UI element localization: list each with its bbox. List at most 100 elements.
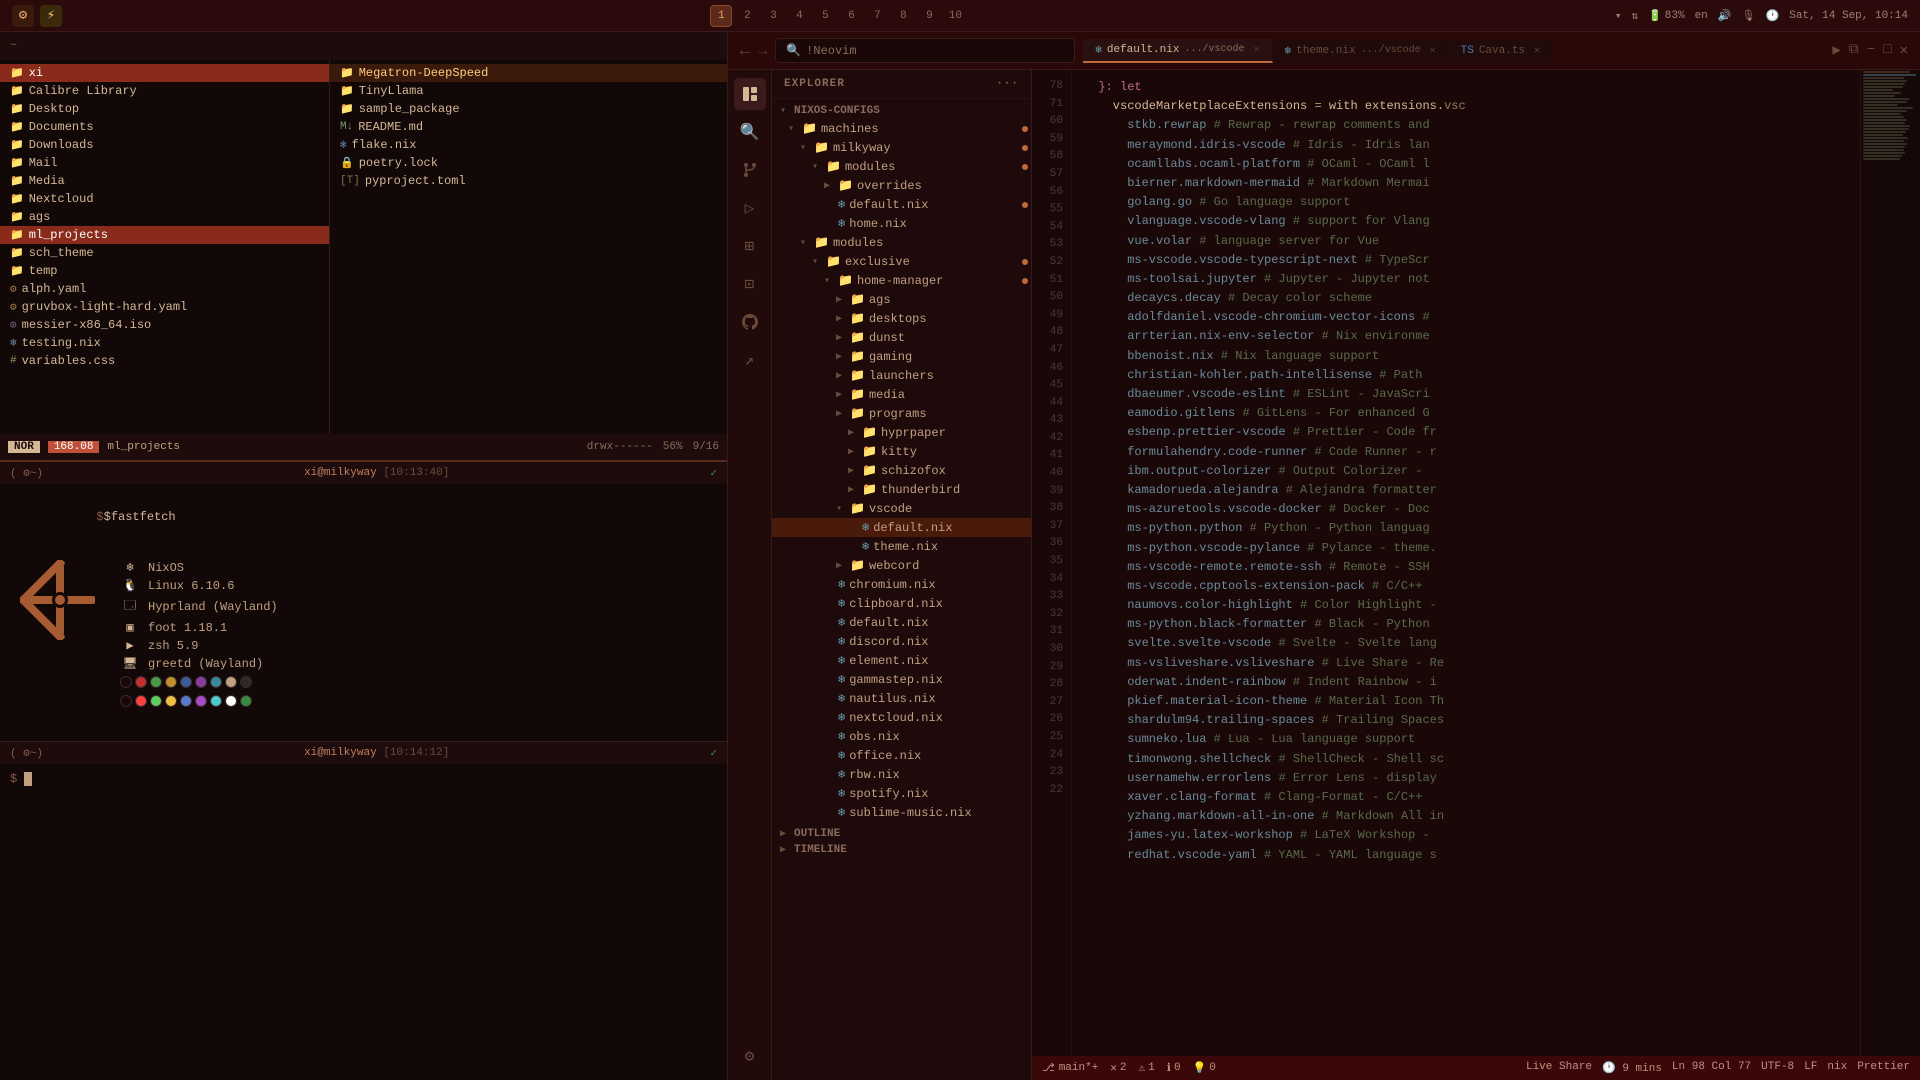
- tree-vscode[interactable]: ▾ 📁 vscode: [772, 499, 1031, 518]
- run-icon[interactable]: ▶: [1832, 42, 1840, 59]
- tree-modules-1[interactable]: ▾ 📁 modules: [772, 157, 1031, 176]
- remote-icon[interactable]: ⊡: [734, 268, 766, 300]
- tree-default-nix-mw[interactable]: ▶ ❄ default.nix: [772, 195, 1031, 214]
- tree-desktops[interactable]: ▶ 📁 desktops: [772, 309, 1031, 328]
- fm-item-media[interactable]: 📁 Media: [0, 172, 329, 190]
- tree-spotify-nix[interactable]: ▶ ❄ spotify.nix: [772, 784, 1031, 803]
- fm-item-megatron[interactable]: 📁 Megatron-DeepSpeed: [330, 64, 727, 82]
- sidebar-timeline[interactable]: ▶ TIMELINE: [772, 842, 1031, 858]
- source-control-icon[interactable]: [734, 154, 766, 186]
- status-warnings[interactable]: ⚠ 1: [1139, 1061, 1155, 1075]
- tree-webcord[interactable]: ▶ 📁 webcord: [772, 556, 1031, 575]
- fm-item-nextcloud[interactable]: 📁 Nextcloud: [0, 190, 329, 208]
- workspace-4[interactable]: 4: [788, 5, 810, 27]
- fm-item-testing-nix[interactable]: ❄ testing.nix: [0, 334, 329, 352]
- tree-default-nix-excl[interactable]: ▶ ❄ default.nix: [772, 613, 1031, 632]
- fm-item-documents[interactable]: 📁 Documents: [0, 118, 329, 136]
- fm-item-calibre[interactable]: 📁 Calibre Library: [0, 82, 329, 100]
- code-area[interactable]: }: let vscodeMarketplaceExtensions = wit…: [1072, 70, 1860, 1056]
- tree-gammastep-nix[interactable]: ▶ ❄ gammastep.nix: [772, 670, 1031, 689]
- bolt-icon[interactable]: ⚡: [40, 5, 62, 27]
- close-button[interactable]: ✕: [1900, 42, 1908, 59]
- tree-obs-nix[interactable]: ▶ ❄ obs.nix: [772, 727, 1031, 746]
- fm-item-ags[interactable]: 📁 ags: [0, 208, 329, 226]
- search-icon[interactable]: 🔍: [734, 116, 766, 148]
- tab-cava-ts[interactable]: TS Cava.ts ✕: [1449, 39, 1553, 63]
- workspace-5[interactable]: 5: [814, 5, 836, 27]
- fm-item-pyproject-toml[interactable]: [T] pyproject.toml: [330, 172, 727, 190]
- tree-kitty[interactable]: ▶ 📁 kitty: [772, 442, 1031, 461]
- live-share-status[interactable]: Live Share: [1526, 1061, 1592, 1075]
- tab-close-icon[interactable]: ✕: [1253, 44, 1259, 56]
- fm-item-sample-package[interactable]: 📁 sample_package: [330, 100, 727, 118]
- minimize-button[interactable]: −: [1867, 42, 1875, 59]
- language-status[interactable]: nix: [1827, 1061, 1847, 1075]
- fm-item-desktop[interactable]: 📁 Desktop: [0, 100, 329, 118]
- tree-discord-nix[interactable]: ▶ ❄ discord.nix: [772, 632, 1031, 651]
- tree-element-nix[interactable]: ▶ ❄ element.nix: [772, 651, 1031, 670]
- github-icon[interactable]: [734, 306, 766, 338]
- tree-exclusive[interactable]: ▾ 📁 exclusive: [772, 252, 1031, 271]
- tree-clipboard-nix[interactable]: ▶ ❄ clipboard.nix: [772, 594, 1031, 613]
- workspace-2[interactable]: 2: [736, 5, 758, 27]
- tree-chromium-nix[interactable]: ▶ ❄ chromium.nix: [772, 575, 1031, 594]
- eol-status[interactable]: LF: [1804, 1061, 1817, 1075]
- back-button[interactable]: ←: [740, 42, 750, 60]
- tab-default-nix[interactable]: ❄ default.nix .../vscode ✕: [1083, 39, 1272, 63]
- tree-programs[interactable]: ▶ 📁 programs: [772, 404, 1031, 423]
- tree-modules-2[interactable]: ▾ 📁 modules: [772, 233, 1031, 252]
- tree-office-nix[interactable]: ▶ ❄ office.nix: [772, 746, 1031, 765]
- fm-item-sch-theme[interactable]: 📁 sch_theme: [0, 244, 329, 262]
- fm-item-variables-css[interactable]: # variables.css: [0, 352, 329, 370]
- status-branch[interactable]: ⎇ main*+: [1042, 1061, 1098, 1075]
- tree-milkyway[interactable]: ▾ 📁 milkyway: [772, 138, 1031, 157]
- sidebar-outline[interactable]: ▶ OUTLINE: [772, 826, 1031, 842]
- fm-item-flake-nix[interactable]: ❄ flake.nix: [330, 136, 727, 154]
- tree-sublime-music-nix[interactable]: ▶ ❄ sublime-music.nix: [772, 803, 1031, 822]
- workspace-9[interactable]: 9: [918, 5, 940, 27]
- debug-icon[interactable]: ▷: [734, 192, 766, 224]
- maximize-button[interactable]: □: [1883, 42, 1891, 59]
- workspace-8[interactable]: 8: [892, 5, 914, 27]
- encoding-status[interactable]: UTF-8: [1761, 1061, 1794, 1075]
- live-share-icon[interactable]: ↗: [734, 344, 766, 376]
- fm-item-poetry-lock[interactable]: 🔒 poetry.lock: [330, 154, 727, 172]
- status-errors[interactable]: ✕ 2: [1110, 1061, 1126, 1075]
- tree-nextcloud-nix[interactable]: ▶ ❄ nextcloud.nix: [772, 708, 1031, 727]
- tree-default-nix-vsc[interactable]: ▶ ❄ default.nix: [772, 518, 1031, 537]
- tree-hyprpaper[interactable]: ▶ 📁 hyprpaper: [772, 423, 1031, 442]
- tree-schizofox[interactable]: ▶ 📁 schizofox: [772, 461, 1031, 480]
- status-info[interactable]: ℹ 0: [1167, 1061, 1181, 1075]
- extensions-icon[interactable]: ⊞: [734, 230, 766, 262]
- fm-item-readme[interactable]: M↓ README.md: [330, 118, 727, 136]
- tree-home-nix[interactable]: ▶ ❄ home.nix: [772, 214, 1031, 233]
- ln-col-status[interactable]: Ln 98 Col 77: [1672, 1061, 1751, 1075]
- vsc-search-bar[interactable]: 🔍 !Neovim: [775, 38, 1075, 63]
- workspace-10[interactable]: 10: [944, 5, 966, 27]
- fm-item-ml-projects[interactable]: 📁 ml_projects: [0, 226, 329, 244]
- dropdown-icon[interactable]: ▾: [1615, 9, 1622, 23]
- fm-item-downloads[interactable]: 📁 Downloads: [0, 136, 329, 154]
- tree-home-manager[interactable]: ▾ 📁 home-manager: [772, 271, 1031, 290]
- prettier-status[interactable]: Prettier: [1857, 1061, 1910, 1075]
- tree-machines[interactable]: ▾ 📁 machines: [772, 119, 1031, 138]
- fm-item-tinyllama[interactable]: 📁 TinyLlama: [330, 82, 727, 100]
- tree-ags[interactable]: ▶ 📁 ags: [772, 290, 1031, 309]
- tree-launchers[interactable]: ▶ 📁 launchers: [772, 366, 1031, 385]
- fm-item-gruvbox-yaml[interactable]: ⚙ gruvbox-light-hard.yaml: [0, 298, 329, 316]
- tree-rbw-nix[interactable]: ▶ ❄ rbw.nix: [772, 765, 1031, 784]
- tab-theme-nix[interactable]: ❄ theme.nix .../vscode ✕: [1273, 39, 1449, 63]
- tree-theme-nix[interactable]: ▶ ❄ theme.nix: [772, 537, 1031, 556]
- workspace-6[interactable]: 6: [840, 5, 862, 27]
- workspace-1[interactable]: 1: [710, 5, 732, 27]
- fm-item-messier-iso[interactable]: ⊙ messier-x86_64.iso: [0, 316, 329, 334]
- tree-thunderbird[interactable]: ▶ 📁 thunderbird: [772, 480, 1031, 499]
- fm-item-temp[interactable]: 📁 temp: [0, 262, 329, 280]
- tree-nautilus-nix[interactable]: ▶ ❄ nautilus.nix: [772, 689, 1031, 708]
- workspace-3[interactable]: 3: [762, 5, 784, 27]
- split-icon[interactable]: ⧉: [1849, 42, 1859, 59]
- workspace-7[interactable]: 7: [866, 5, 888, 27]
- tab-close-icon[interactable]: ✕: [1430, 45, 1436, 57]
- tree-gaming[interactable]: ▶ 📁 gaming: [772, 347, 1031, 366]
- tab-close-icon[interactable]: ✕: [1534, 45, 1540, 57]
